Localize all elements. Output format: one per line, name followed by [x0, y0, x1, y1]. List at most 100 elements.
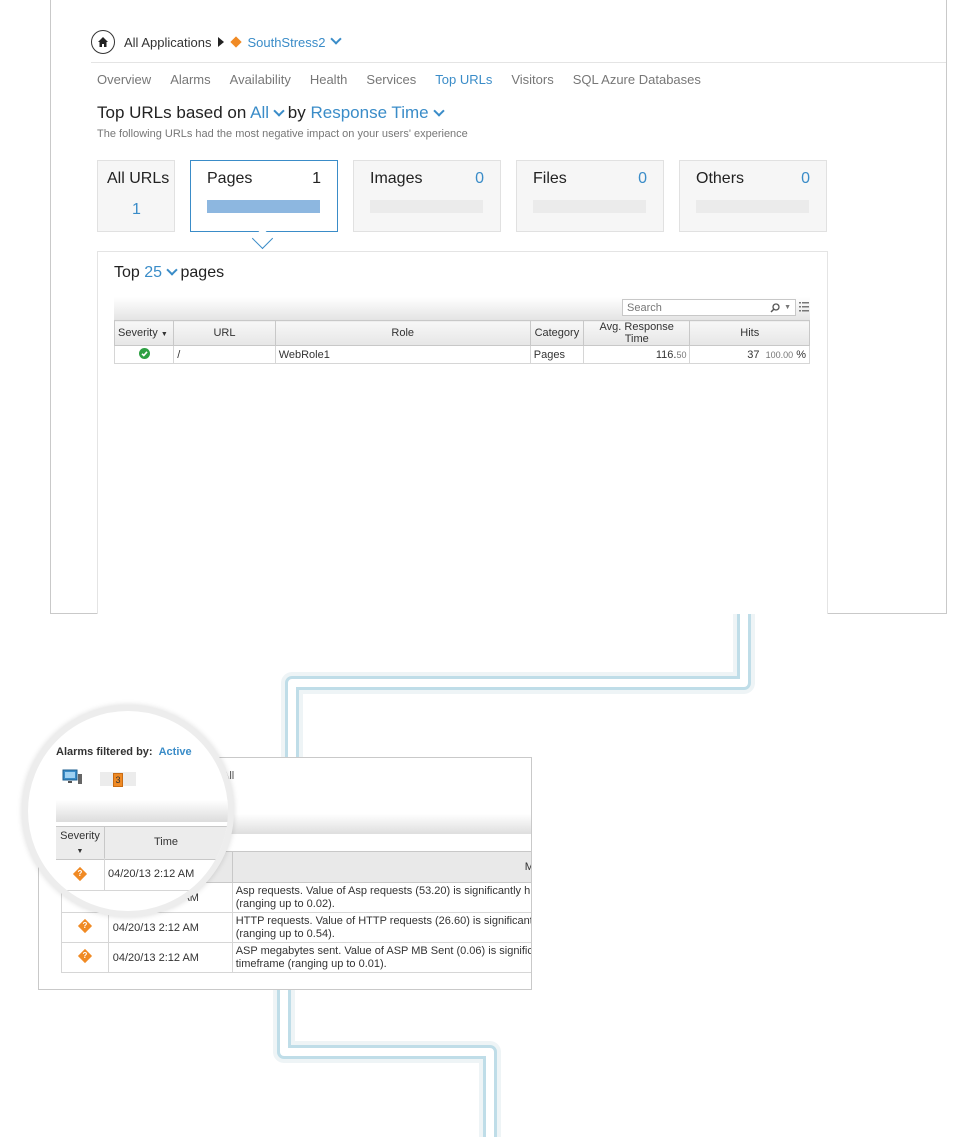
top-urls-table: Severity ▼ URL Role Category Avg. Respon…: [113, 320, 810, 364]
caret-right-icon: [218, 37, 225, 47]
tab-visitors[interactable]: Visitors: [511, 72, 553, 87]
search-placeholder: Search: [627, 301, 662, 314]
metric-dropdown[interactable]: Response Time: [310, 103, 445, 122]
chevron-down-icon[interactable]: ▼: [784, 304, 791, 311]
category-count: 1: [132, 201, 141, 218]
category-bar: [207, 200, 320, 213]
hits-percent: 100.00: [766, 350, 794, 360]
severity-cell: ?: [61, 942, 109, 973]
category-bar-fill: [207, 200, 320, 213]
message-text: HTTP requests. Value of HTTP requests (2…: [235, 914, 532, 927]
column-severity[interactable]: Severity ▼: [113, 320, 175, 346]
column-hits[interactable]: Hits: [689, 320, 810, 346]
severity-filter[interactable]: 3: [100, 772, 136, 787]
filter-label: Alarms filtered by:: [56, 746, 153, 758]
chevron-down-icon: [273, 105, 285, 117]
hits-cell: 37 100.00 %: [689, 345, 810, 364]
tab-overview[interactable]: Overview: [97, 72, 151, 87]
breadcrumb: All Applications SouthStress2: [91, 29, 342, 55]
table-header-row: Severity ▼ URL Role Category Avg. Respon…: [113, 320, 810, 346]
alarms-toolbar: [56, 800, 228, 822]
breadcrumb-root[interactable]: All Applications: [124, 35, 211, 50]
severity-cell: [113, 345, 175, 364]
sort-icon: ▼: [76, 848, 84, 855]
table-row[interactable]: / WebRole1 Pages 116.50 37 100.00 %: [113, 345, 810, 364]
top-count-dropdown[interactable]: 25: [144, 264, 178, 281]
category-card-images[interactable]: Images 0: [353, 160, 501, 232]
severity-cell: ?: [61, 912, 109, 943]
top-urls-panel: All Applications SouthStress2 Overview A…: [50, 0, 947, 614]
sort-icon: ▼: [160, 331, 168, 338]
top-count: 25: [144, 264, 163, 281]
column-menu-icon[interactable]: [799, 301, 809, 313]
alarm-row[interactable]: ? 04/20/13 2:12 AM: [56, 858, 228, 891]
column-label: Severity: [60, 830, 100, 842]
alarms-header: Severity ▼ Time: [56, 826, 228, 861]
title-prefix: Top URLs based on: [97, 103, 247, 122]
title-by: by: [287, 103, 306, 122]
tab-services[interactable]: Services: [366, 72, 416, 87]
time-cell: 04/20/13 2:12 AM: [107, 942, 233, 973]
alarms-column-severity[interactable]: Severity ▼: [56, 827, 105, 861]
role-cell: WebRole1: [274, 345, 531, 364]
home-button[interactable]: [91, 30, 115, 54]
category-bar: [533, 200, 646, 213]
category-name: Pages: [207, 170, 253, 187]
alarm-count-badge: 3: [113, 773, 123, 787]
message-text-2: (ranging up to 0.54).: [235, 927, 335, 940]
category-card-pages[interactable]: Pages 1: [190, 160, 338, 232]
breadcrumb-app[interactable]: SouthStress2: [247, 35, 325, 50]
top-pages-title: Top 25 pages: [114, 264, 224, 282]
monitor-icon[interactable]: [62, 769, 84, 785]
top-suffix: pages: [180, 264, 225, 281]
ok-check-icon: [138, 347, 150, 359]
nav-tabs: Overview Alarms Availability Health Serv…: [97, 72, 720, 87]
category-card-others[interactable]: Others 0: [679, 160, 827, 232]
column-role[interactable]: Role: [274, 320, 531, 346]
tab-top-urls[interactable]: Top URLs: [435, 72, 492, 87]
column-url[interactable]: URL: [173, 320, 276, 346]
search-input[interactable]: Search ▼: [622, 299, 796, 316]
magnifier-callout: Alarms filtered by: Active 3 Severity ▼ Ti…: [22, 705, 234, 917]
alarms-filter-title: Alarms filtered by: Active: [56, 746, 192, 758]
filter-active[interactable]: Active: [159, 746, 192, 758]
category-count: 1: [312, 170, 321, 187]
tab-health[interactable]: Health: [310, 72, 348, 87]
metric-value: Response Time: [310, 103, 429, 122]
category-name: Others: [696, 170, 745, 187]
category-bar: [370, 200, 483, 213]
chevron-down-icon[interactable]: [329, 33, 342, 45]
message-text: Asp requests. Value of Asp requests (53.…: [235, 884, 531, 897]
grid-toolbar: Search ▼: [114, 297, 810, 320]
category-cell: Pages: [529, 345, 585, 364]
hits-count: 37: [747, 348, 760, 361]
alarm-row[interactable]: ? 04/20/13 2:12 AM HTTP requests. Value …: [61, 912, 532, 943]
filter-dropdown[interactable]: All: [250, 103, 285, 122]
tab-sql-azure-databases[interactable]: SQL Azure Databases: [573, 72, 701, 87]
severity-cell: ?: [56, 858, 105, 890]
message-text: ASP megabytes sent. Value of ASP MB Sent…: [235, 944, 532, 957]
tab-alarms[interactable]: Alarms: [170, 72, 210, 87]
avg-decimal: 50: [676, 349, 687, 360]
percent-sign: %: [796, 348, 806, 361]
top-pages-panel: Top 25 pages Search ▼ Severity ▼ URL Rol…: [97, 251, 828, 614]
warning-icon: ?: [77, 918, 92, 934]
category-card-files[interactable]: Files 0: [516, 160, 664, 232]
column-avg-response-time[interactable]: Avg. Response Time: [582, 320, 691, 346]
category-name: Images: [370, 170, 423, 187]
category-count: 0: [801, 170, 810, 187]
home-icon: [98, 37, 108, 47]
page-subtitle: The following URLs had the most negative…: [97, 128, 468, 140]
column-category[interactable]: Category: [529, 320, 585, 346]
alarm-row[interactable]: ? 04/20/13 2:12 AM ASP megabytes sent. V…: [61, 942, 532, 973]
category-card-all-urls[interactable]: All URLs 1: [97, 160, 175, 232]
chevron-down-icon: [432, 105, 445, 117]
filter-value: All: [250, 103, 270, 122]
chevron-down-icon: [166, 264, 178, 276]
alarms-column-time[interactable]: Time: [154, 836, 178, 848]
tab-availability[interactable]: Availability: [230, 72, 291, 87]
url-cell[interactable]: /: [173, 345, 276, 364]
time-cell: 04/20/13 2:12 AM: [107, 912, 233, 943]
search-icon[interactable]: [770, 302, 780, 313]
alarms-column-message[interactable]: Me: [231, 851, 531, 883]
